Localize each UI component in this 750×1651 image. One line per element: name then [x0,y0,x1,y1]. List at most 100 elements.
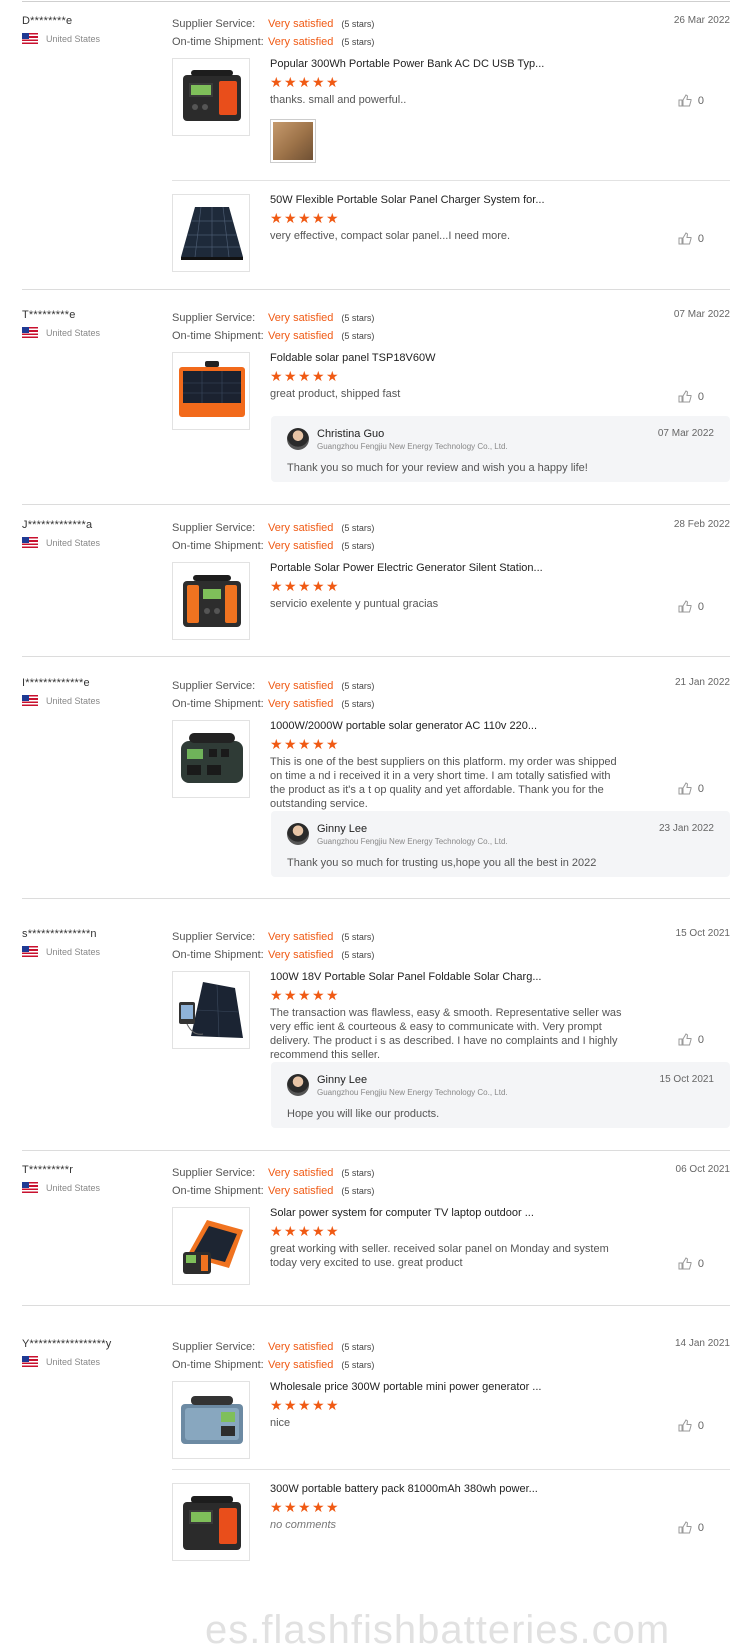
star-icon: ★ [284,210,297,226]
product-review: 100W 18V Portable Solar Panel Foldable S… [172,971,730,1061]
star-icon: ★ [312,74,325,90]
product-thumbnail[interactable] [172,562,250,640]
like-button[interactable]: 0 [678,232,704,245]
avatar [287,428,309,450]
product-thumbnail[interactable] [172,971,250,1049]
review-comment: great product, shipped fast [270,388,401,400]
review-comment: great working with seller. received sola… [270,1243,609,1269]
reviewer-info: I*************e United States [22,677,100,706]
product-rating-stars: ★ ★ ★ ★ ★ [270,736,626,752]
star-icon: ★ [298,578,311,594]
ontime-shipment-label: On-time Shipment: [172,36,264,48]
product-title[interactable]: 100W 18V Portable Solar Panel Foldable S… [270,971,626,983]
watermark: es.flashfishbatteries.com [205,1608,671,1651]
product-title[interactable]: Portable Solar Power Electric Generator … [270,562,645,574]
ontime-shipment-label: On-time Shipment: [172,949,264,961]
star-icon: ★ [270,74,283,90]
product-thumbnail[interactable] [172,1483,250,1561]
supplier-service-label: Supplier Service: [172,522,256,534]
star-icon: ★ [284,1397,297,1413]
like-button[interactable]: 0 [678,390,704,403]
product-title[interactable]: Wholesale price 300W portable mini power… [270,1381,626,1393]
review-comment: This is one of the best suppliers on thi… [270,756,617,810]
thumbs-up-icon [678,782,692,795]
star-icon: ★ [284,368,297,384]
product-title[interactable]: 300W portable battery pack 81000mAh 380w… [270,1483,626,1495]
ontime-shipment-label: On-time Shipment: [172,540,264,552]
like-count: 0 [697,390,704,403]
ontime-shipment-value: Very satisfied [268,36,334,48]
star-icon: ★ [312,368,325,384]
reviewer-name: s**************n [22,928,97,940]
thumbs-up-icon [678,94,692,107]
product-review: 300W portable battery pack 81000mAh 380w… [172,1483,730,1561]
supplier-service-value: Very satisfied [268,1167,334,1179]
star-icon: ★ [284,1499,297,1515]
seller-reply: Christina Guo Guangzhou Fengjiu New Ener… [271,416,730,482]
product-title[interactable]: 1000W/2000W portable solar generator AC … [270,720,626,732]
supplier-service-value: Very satisfied [268,1341,334,1353]
us-flag-icon [22,327,38,338]
ratings: Supplier Service: Very satisfied (5 stars)… [172,15,374,51]
avatar [287,1074,309,1096]
review-divider [22,656,730,657]
star-icon: ★ [312,1397,325,1413]
ontime-shipment-stars: (5 stars) [341,1186,375,1196]
product-divider [172,180,730,181]
star-icon: ★ [298,210,311,226]
like-button[interactable]: 0 [678,1419,704,1432]
reply-company: Guangzhou Fengjiu New Energy Technology … [317,442,508,451]
thumbs-up-icon [678,390,692,403]
ontime-shipment-value: Very satisfied [268,540,334,552]
supplier-service-stars: (5 stars) [341,313,375,323]
us-flag-icon [22,537,38,548]
like-button[interactable]: 0 [678,1521,704,1534]
star-icon: ★ [312,1499,325,1515]
reply-text: Thank you so much for trusting us,hope y… [287,857,597,869]
supplier-service-stars: (5 stars) [341,19,375,29]
like-count: 0 [697,1033,704,1046]
review-date: 26 Mar 2022 [673,15,730,26]
like-button[interactable]: 0 [678,94,704,107]
product-thumbnail[interactable] [172,1381,250,1459]
star-icon: ★ [284,987,297,1003]
star-icon: ★ [298,1499,311,1515]
product-title[interactable]: Foldable solar panel TSP18V60W [270,352,645,364]
product-title[interactable]: Popular 300Wh Portable Power Bank AC DC … [270,58,645,70]
like-button[interactable]: 0 [678,782,704,795]
review-comment: The transaction was flawless, easy & smo… [270,1007,622,1061]
product-divider [172,1469,730,1470]
like-button[interactable]: 0 [678,1033,704,1046]
like-count: 0 [697,232,704,245]
product-title[interactable]: Solar power system for computer TV lapto… [270,1207,626,1219]
review-photo[interactable] [270,119,316,163]
product-thumbnail[interactable] [172,352,250,430]
product-title[interactable]: 50W Flexible Portable Solar Panel Charge… [270,194,645,206]
product-rating-stars: ★ ★ ★ ★ ★ [270,74,645,90]
star-icon: ★ [298,736,311,752]
product-review: 50W Flexible Portable Solar Panel Charge… [172,194,730,274]
star-icon: ★ [298,1397,311,1413]
supplier-service-value: Very satisfied [268,312,334,324]
supplier-service-stars: (5 stars) [341,523,375,533]
seller-reply: Ginny Lee Guangzhou Fengjiu New Energy T… [271,811,730,877]
review-divider [22,898,730,899]
product-thumbnail[interactable] [172,58,250,136]
reviewer-info: D********e United States [22,15,100,44]
like-button[interactable]: 0 [678,600,704,613]
ontime-shipment-label: On-time Shipment: [172,1185,264,1197]
reviewer-name: T*********e [22,309,76,321]
reviewer-info: Y*****************y United States [22,1338,111,1367]
product-thumbnail[interactable] [172,720,250,798]
product-thumbnail[interactable] [172,194,250,272]
star-icon: ★ [298,74,311,90]
reply-author: Ginny Lee [317,1074,368,1086]
reviewer-name: D********e [22,15,73,27]
like-count: 0 [697,782,704,795]
star-icon: ★ [312,1223,325,1239]
ontime-shipment-stars: (5 stars) [341,950,375,960]
like-button[interactable]: 0 [678,1257,704,1270]
product-thumbnail[interactable] [172,1207,250,1285]
ratings: Supplier Service: Very satisfied (5 stars)… [172,1164,374,1200]
star-icon: ★ [298,1223,311,1239]
